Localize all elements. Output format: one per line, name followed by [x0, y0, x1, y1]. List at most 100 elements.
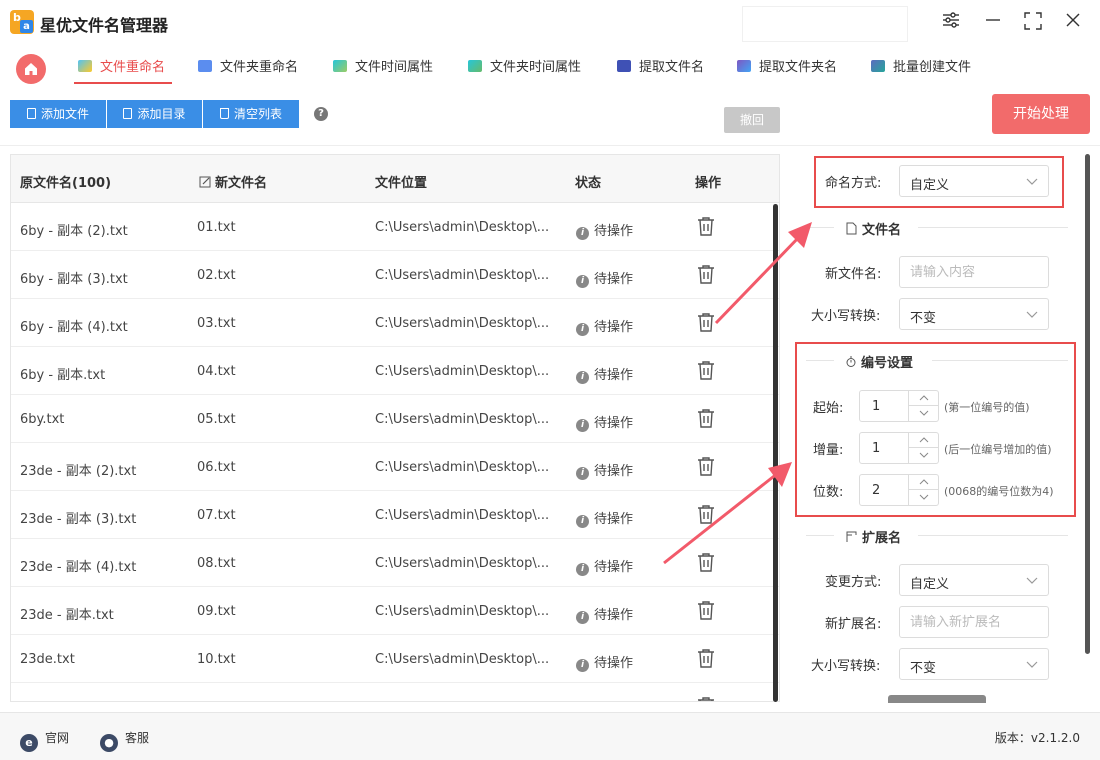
- settings-sliders-icon[interactable]: [940, 12, 962, 34]
- case-conversion-select[interactable]: 不变: [899, 298, 1049, 330]
- extract-filename-icon: [617, 60, 631, 72]
- delete-row-button[interactable]: [697, 504, 715, 528]
- add-directory-label: 添加目录: [137, 107, 186, 121]
- table-row[interactable]: 23de - 副本.txt 09.txt C:\Users\admin\Deskto…: [11, 587, 779, 635]
- original-name-cell: 6by - 副本.txt: [20, 368, 106, 383]
- status-text: 待操作: [594, 512, 634, 527]
- status-cell: i 待操作: [576, 556, 633, 576]
- table-scrollbar-thumb[interactable]: [773, 204, 778, 702]
- delete-row-button[interactable]: [697, 312, 715, 336]
- location-cell: C:\Users\admin\Desktop\...: [375, 316, 550, 331]
- original-name-cell: 6by - 副本 (2).txt: [20, 224, 128, 239]
- new-extension-input[interactable]: [899, 606, 1049, 638]
- tab-file-rename[interactable]: 文件重命名: [78, 56, 165, 80]
- website-link[interactable]: e 官网: [20, 729, 69, 752]
- tab-label: 提取文件名: [639, 60, 705, 75]
- status-cell: i 待操作: [576, 220, 633, 240]
- tab-file-time[interactable]: 文件时间属性: [333, 56, 433, 80]
- close-icon[interactable]: [1062, 12, 1084, 34]
- panel-scrollbar[interactable]: [1085, 154, 1090, 654]
- chevron-down-icon: [1026, 311, 1038, 318]
- start-processing-button[interactable]: 开始处理: [992, 94, 1090, 134]
- footer: e 官网 ● 客服 版本：v2.1.2.0: [0, 712, 1100, 760]
- extension-section-title: 扩展名: [846, 527, 901, 546]
- trash-icon: [698, 457, 714, 476]
- delete-row-button[interactable]: [697, 696, 715, 701]
- table-row[interactable]: 6by - 副本 (2).txt 01.txt C:\Users\admin\Des…: [11, 203, 779, 251]
- table-row[interactable]: 23de.txt 10.txt C:\Users\admin\Desktop\...…: [11, 635, 779, 683]
- original-name-cell: 23de - 副本.txt: [20, 608, 114, 623]
- ie-icon: e: [20, 734, 38, 752]
- info-icon: i: [576, 515, 589, 528]
- table-header: 原文件名(100) 新文件名 文件位置 状态 操作: [11, 155, 779, 203]
- delete-row-button[interactable]: [697, 600, 715, 624]
- delete-row-button[interactable]: [697, 648, 715, 672]
- ext-mode-select[interactable]: 自定义: [899, 564, 1049, 596]
- panel-hidden-button[interactable]: [888, 695, 986, 703]
- maximize-icon[interactable]: [1022, 12, 1044, 34]
- clear-list-button[interactable]: 清空列表: [203, 100, 299, 128]
- status-cell: i 待操作: [576, 460, 633, 480]
- undo-button[interactable]: 撤回: [724, 107, 780, 133]
- edit-icon: [199, 176, 211, 188]
- delete-row-button[interactable]: [697, 264, 715, 288]
- help-icon[interactable]: ?: [314, 107, 328, 121]
- trash-icon: [219, 108, 229, 119]
- header-new-name[interactable]: 新文件名: [199, 172, 267, 191]
- table-scrollbar[interactable]: [773, 204, 778, 702]
- header-location[interactable]: 文件位置: [375, 172, 427, 191]
- new-filename-input[interactable]: [899, 256, 1049, 288]
- tab-batch-create[interactable]: 批量创建文件: [871, 56, 971, 80]
- info-icon: i: [576, 323, 589, 336]
- home-button[interactable]: [16, 54, 46, 84]
- table-row[interactable]: 6by - 副本 (4).txt 03.txt C:\Users\admin\Des…: [11, 299, 779, 347]
- table-row[interactable]: 6by - 副本 (3).txt 02.txt C:\Users\admin\Des…: [11, 251, 779, 299]
- status-cell: i 待操作: [576, 508, 633, 528]
- table-row[interactable]: 23de - 副本 (4).txt 08.txt C:\Users\admin\De…: [11, 539, 779, 587]
- new-extension-label: 新扩展名:: [825, 617, 882, 632]
- tab-extract-foldername[interactable]: 提取文件夹名: [737, 56, 837, 80]
- ext-case-select[interactable]: 不变: [899, 648, 1049, 680]
- header-status[interactable]: 状态: [575, 172, 601, 191]
- minimize-icon[interactable]: [982, 12, 1004, 34]
- title-bar: b a 星优文件名管理器: [0, 0, 1100, 46]
- toolbar: 添加文件 添加目录 清空列表 ? 撤回 开始处理: [0, 90, 1100, 146]
- status-text: 待操作: [594, 320, 634, 335]
- title-blank-area: [742, 6, 908, 42]
- new-name-cell: 01.txt: [197, 220, 236, 235]
- add-file-button[interactable]: 添加文件: [10, 100, 106, 128]
- status-cell: i 待操作: [576, 412, 633, 432]
- delete-row-button[interactable]: [697, 360, 715, 384]
- tab-folder-rename[interactable]: 文件夹重命名: [198, 56, 298, 80]
- table-row[interactable]: 6by.txt 05.txt C:\Users\admin\Desktop\... i…: [11, 395, 779, 443]
- delete-row-button[interactable]: [697, 216, 715, 240]
- add-directory-button[interactable]: 添加目录: [107, 100, 202, 128]
- delete-row-button[interactable]: [697, 552, 715, 576]
- original-name-cell: 6by - 副本 (3).txt: [20, 272, 128, 287]
- new-name-cell: 02.txt: [197, 268, 236, 283]
- tab-folder-time[interactable]: 文件夹时间属性: [468, 56, 581, 80]
- filename-section-title: 文件名: [846, 219, 901, 238]
- table-row[interactable]: 23de - 副本 (2).txt 06.txt C:\Users\admin\De…: [11, 443, 779, 491]
- tab-extract-filename[interactable]: 提取文件名: [617, 56, 704, 80]
- status-cell: i 待操作: [576, 604, 633, 624]
- folder-time-icon: [468, 60, 482, 72]
- filename-section-label: 文件名: [862, 223, 902, 238]
- header-action[interactable]: 操作: [695, 172, 721, 191]
- header-original-name[interactable]: 原文件名(100): [20, 172, 111, 191]
- app-title: 星优文件名管理器: [40, 16, 169, 35]
- tab-label: 文件夹重命名: [220, 60, 299, 75]
- table-row[interactable]: 6by - 副本.txt 04.txt C:\Users\admin\Desktop…: [11, 347, 779, 395]
- support-link[interactable]: ● 客服: [100, 729, 149, 752]
- table-row[interactable]: i: [11, 683, 779, 701]
- new-name-cell: 04.txt: [197, 364, 236, 379]
- new-name-cell: 08.txt: [197, 556, 236, 571]
- location-cell: C:\Users\admin\Desktop\...: [375, 460, 550, 475]
- status-cell: i 待操作: [576, 364, 633, 384]
- table-row[interactable]: 23de - 副本 (3).txt 07.txt C:\Users\admin\De…: [11, 491, 779, 539]
- folder-rename-icon: [198, 60, 212, 72]
- trash-icon: [698, 361, 714, 380]
- delete-row-button[interactable]: [697, 456, 715, 480]
- extract-foldername-icon: [737, 60, 751, 72]
- delete-row-button[interactable]: [697, 408, 715, 432]
